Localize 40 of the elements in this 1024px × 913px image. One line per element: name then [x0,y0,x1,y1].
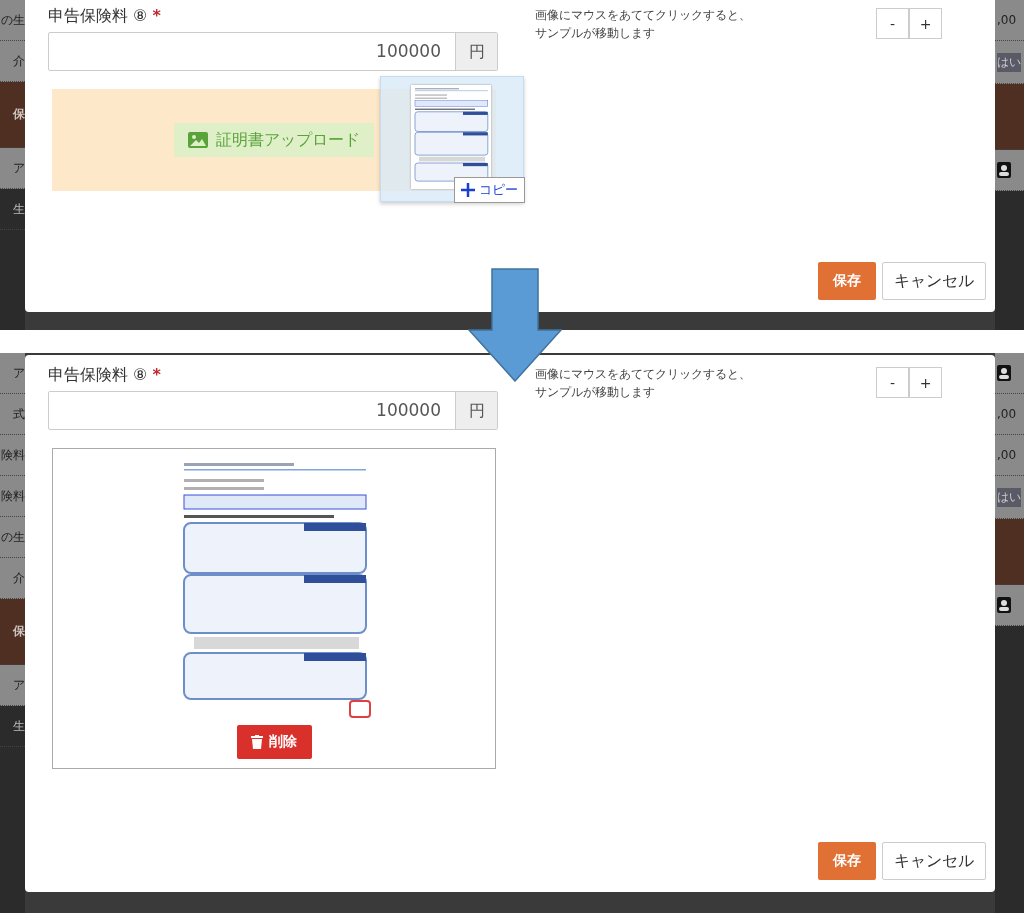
zoom-button[interactable]: + [909,367,942,398]
header-band [995,84,1024,150]
background-row: の生 [0,517,25,558]
field-label: 申告保険料 ⑧ * [48,5,162,27]
plus-icon [461,183,475,197]
copy-badge: コピー [454,177,525,203]
cancel-button[interactable]: キャンセル [882,262,986,300]
cancel-button[interactable]: キャンセル [882,842,986,880]
background-row: はい [995,41,1024,84]
zoom-button[interactable]: - [876,8,909,39]
background-row: 険料 [0,476,25,517]
trash-icon [251,735,263,749]
background-row: の生 [0,0,25,41]
background-row: ア [0,148,25,189]
hint-text: 画像にマウスをあててクリックすると、 [535,366,751,383]
background-row: 険料 [0,435,25,476]
zoom-button[interactable]: + [909,8,942,39]
background-row: 介 [0,558,25,599]
background-row: 介 [0,41,25,82]
background-row: ,00 [995,394,1024,435]
amount-field[interactable]: 100000 円 [48,32,498,71]
image-icon [188,132,208,148]
hint-text: サンプルが移動します [535,384,656,401]
amount-field[interactable]: 100000 円 [48,391,498,430]
background-row: 式 [0,394,25,435]
hint-text: サンプルが移動します [535,25,656,42]
hint-text: 画像にマウスをあててクリックすると、 [535,7,751,24]
field-label: 申告保険料 ⑧ * [48,364,162,386]
background-row: はい [995,476,1024,519]
header-band: 保 [0,82,25,148]
background-row: ,00 [995,435,1024,476]
header-band [995,519,1024,585]
zoom-button[interactable]: - [876,367,909,398]
delete-button[interactable]: 削除 [236,725,312,759]
person-card-icon [995,150,1024,191]
header-band: 保 [0,599,25,665]
background-row: ,00 [995,0,1024,41]
person-card-icon [995,585,1024,626]
background-row: ア [0,353,25,394]
background-row: ア [0,665,25,706]
